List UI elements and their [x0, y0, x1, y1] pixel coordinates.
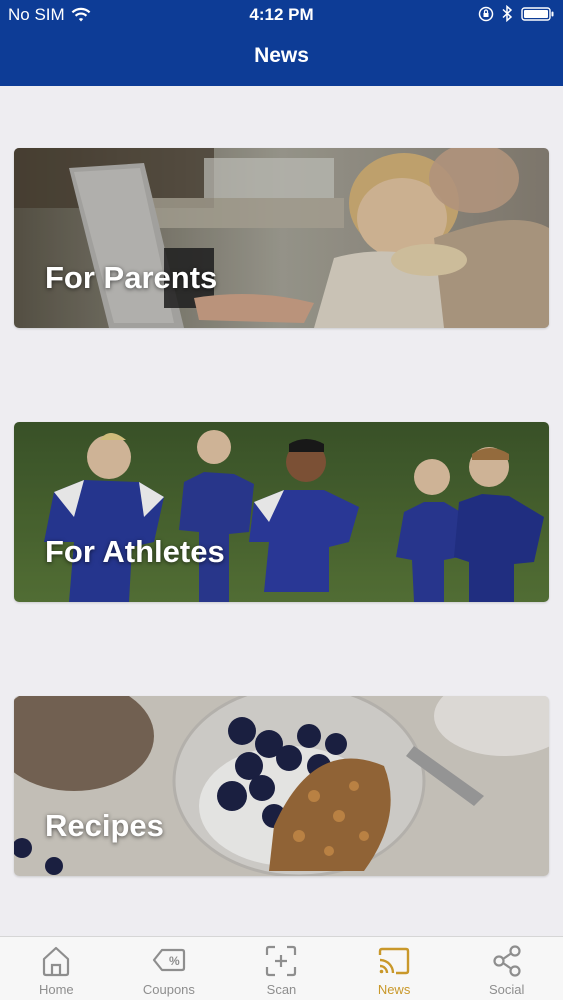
tab-news[interactable]: News	[338, 937, 451, 1000]
tab-home[interactable]: Home	[0, 937, 113, 1000]
tab-label: Scan	[266, 982, 297, 997]
tab-scan[interactable]: Scan	[225, 937, 338, 1000]
status-bar: No SIM 4:12 PM	[0, 0, 563, 30]
tab-social[interactable]: Social	[450, 937, 563, 1000]
home-icon	[43, 946, 70, 977]
card-label: For Athletes	[45, 534, 225, 569]
app-header: No SIM 4:12 PM News	[0, 0, 563, 86]
soccer-players-photo	[14, 422, 549, 602]
tab-label: News	[377, 982, 411, 997]
tab-bar: Home % Coupons Scan News Social	[0, 936, 563, 1000]
bluetooth-icon	[502, 5, 513, 22]
yogurt-granola-photo	[14, 696, 549, 876]
scan-icon	[266, 945, 297, 977]
tab-label: Social	[488, 982, 525, 997]
tab-label: Coupons	[142, 982, 195, 997]
orientation-lock-icon	[478, 6, 494, 21]
parent-child-photo	[14, 148, 549, 328]
tab-label: Home	[38, 982, 74, 997]
cast-news-icon	[378, 947, 410, 975]
card-label: Recipes	[45, 808, 164, 843]
card-label: For Parents	[45, 260, 218, 295]
card-for-parents[interactable]: For Parents	[14, 148, 549, 328]
share-icon	[493, 945, 521, 977]
card-recipes[interactable]: Recipes	[14, 696, 549, 876]
battery-icon	[521, 6, 554, 21]
page-title: News	[254, 44, 309, 67]
card-for-athletes[interactable]: For Athletes	[14, 422, 549, 602]
tab-coupons[interactable]: % Coupons	[113, 937, 226, 1000]
status-right	[478, 5, 555, 22]
coupon-tag-icon: %	[152, 948, 185, 972]
svg-text:%: %	[169, 954, 180, 968]
